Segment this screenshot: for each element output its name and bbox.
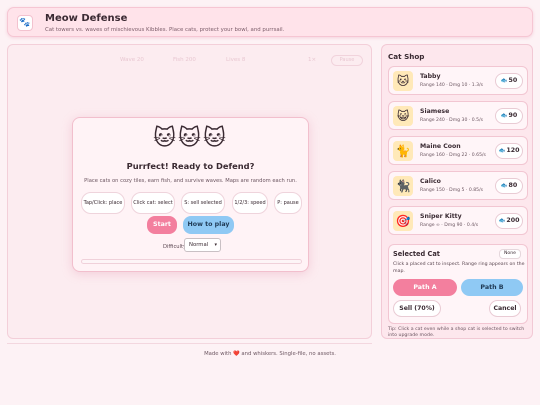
modal-description: Place cats on cozy tiles, earn fish, and… (84, 178, 297, 184)
control-hint: Tap/Click: place (81, 192, 125, 214)
app-subtitle: Cat towers vs. waves of mischievous Kibb… (45, 27, 285, 33)
hud-fish: Fish 200 (173, 57, 196, 63)
sell-button[interactable]: Sell (70%) (393, 300, 441, 317)
price-button[interactable]: 🐟120 (495, 143, 523, 159)
loading-progress-bar (81, 259, 302, 264)
siamese-cat-icon: 😺 (393, 106, 413, 126)
difficulty-select[interactable]: Normal ▾ (184, 238, 221, 252)
shop-item-siamese[interactable]: 😺 Siamese Range 240 · Dmg 30 · 0.5/s 🐟90 (388, 101, 528, 130)
selected-cat-title: Selected Cat (393, 250, 440, 258)
shop-item-maine-coon[interactable]: 🐈 Maine Coon Range 160 · Dmg 22 · 0.65/s… (388, 136, 528, 165)
start-modal: 🐱🐱🐱 Purrfect! Ready to Defend? Place cat… (72, 117, 309, 272)
target-icon: 🎯 (393, 211, 413, 231)
app-title: Meow Defense (45, 13, 128, 24)
price-value: 200 (506, 217, 520, 224)
shop-item-name: Siamese (420, 108, 450, 115)
price-value: 80 (508, 182, 518, 189)
price-button[interactable]: 🐟80 (495, 178, 523, 194)
price-value: 120 (506, 147, 520, 154)
tabby-cat-icon: 🐱 (393, 71, 413, 91)
control-hint: P: pause (274, 192, 302, 214)
shop-item-calico[interactable]: 🐈‍⬛ Calico Range 150 · Dmg 5 · 0.85/s 🐟8… (388, 171, 528, 200)
path-a-button[interactable]: Path A (393, 279, 457, 296)
shop-title: Cat Shop (388, 52, 425, 61)
cancel-button[interactable]: Cancel (489, 300, 521, 317)
app-header: 🐾 Meow Defense Cat towers vs. waves of m… (7, 7, 533, 37)
start-button[interactable]: Start (147, 216, 177, 234)
chevron-down-icon: ▾ (214, 242, 217, 248)
path-b-button[interactable]: Path B (461, 279, 523, 296)
price-button[interactable]: 🐟50 (495, 73, 523, 89)
modal-title: Purrfect! Ready to Defend? (126, 161, 255, 171)
fish-icon: 🐟 (498, 218, 506, 224)
footer-text: Made with ❤️ and whiskers. Single-file, … (204, 351, 336, 357)
price-value: 90 (508, 112, 518, 119)
cat-shop-panel: Cat Shop 🐱 Tabby Range 140 · Dmg 10 · 1.… (381, 44, 533, 339)
tip-text: Tip: Click a cat even while a shop cat i… (388, 327, 525, 339)
shop-item-name: Calico (420, 178, 441, 185)
shop-item-stats: Range 240 · Dmg 30 · 0.5/s (420, 118, 484, 123)
fish-icon: 🐟 (500, 113, 508, 119)
shop-item-name: Tabby (420, 73, 441, 80)
maine-coon-cat-icon: 🐈 (393, 141, 413, 161)
selected-cat-panel: Selected Cat None Click a placed cat to … (388, 244, 528, 324)
selected-status-badge: None (499, 249, 521, 259)
shop-item-stats: Range 150 · Dmg 5 · 0.85/s (420, 188, 484, 193)
fish-icon: 🐟 (500, 78, 508, 84)
shop-item-sniper-kitty[interactable]: 🎯 Sniper Kitty Range ∞ · Dmg 90 · 0.4/s … (388, 206, 528, 235)
difficulty-label: Difficulty (163, 244, 187, 250)
pause-button[interactable]: Pause (331, 55, 363, 66)
selected-cat-help: Click a placed cat to inspect. Range rin… (393, 262, 525, 274)
price-button[interactable]: 🐟200 (495, 213, 523, 229)
cat-faces-icon: 🐱🐱🐱 (153, 126, 228, 151)
calico-cat-icon: 🐈‍⬛ (393, 176, 413, 196)
divider (7, 343, 372, 344)
hud-lives: Lives 8 (226, 57, 246, 63)
fish-icon: 🐟 (500, 183, 508, 189)
shop-item-stats: Range 140 · Dmg 10 · 1.3/s (420, 83, 484, 88)
paw-icon: 🐾 (17, 15, 33, 31)
price-button[interactable]: 🐟90 (495, 108, 523, 124)
hud-wave: Wave 20 (120, 57, 144, 63)
shop-item-stats: Range ∞ · Dmg 90 · 0.4/s (420, 223, 479, 228)
shop-item-tabby[interactable]: 🐱 Tabby Range 140 · Dmg 10 · 1.3/s 🐟50 (388, 66, 528, 95)
controls-list: Tap/Click: place Click cat: select S: se… (81, 192, 302, 214)
hud-speed[interactable]: 1× (308, 57, 316, 63)
how-to-play-button[interactable]: How to play (183, 216, 234, 234)
difficulty-value: Normal (189, 242, 209, 248)
shop-item-stats: Range 160 · Dmg 22 · 0.65/s (420, 153, 486, 158)
fish-icon: 🐟 (498, 148, 506, 154)
price-value: 50 (508, 77, 518, 84)
control-hint: S: sell selected (181, 192, 225, 214)
shop-item-name: Maine Coon (420, 143, 461, 150)
control-hint: Click cat: select (131, 192, 175, 214)
shop-item-name: Sniper Kitty (420, 213, 462, 220)
control-hint: 1/2/3: speed (232, 192, 268, 214)
